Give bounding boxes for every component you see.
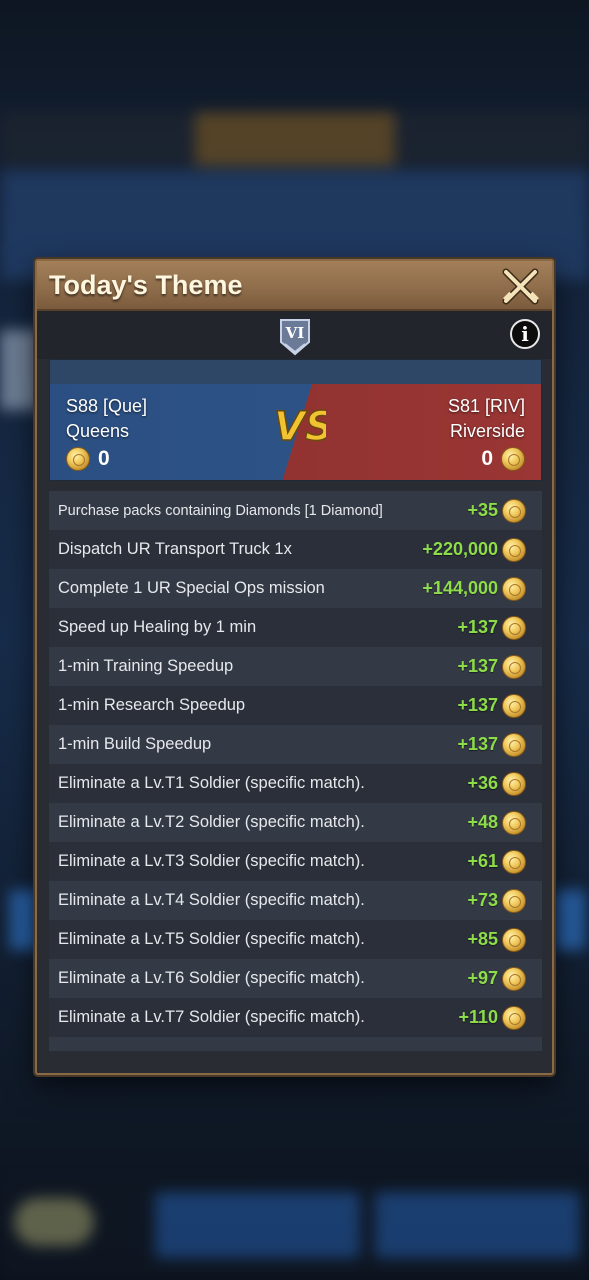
bg-bottom-button-1 bbox=[155, 1192, 360, 1258]
task-row: Eliminate a Lv.T1 Soldier (specific matc… bbox=[49, 764, 542, 803]
task-label: Eliminate a Lv.T7 Soldier (specific matc… bbox=[58, 1008, 365, 1026]
modal-header: Today's Theme bbox=[37, 261, 552, 311]
task-points: +137 bbox=[457, 734, 498, 754]
task-points: +144,000 bbox=[422, 578, 498, 598]
crossed-swords-close-icon bbox=[502, 268, 539, 305]
coin-icon bbox=[502, 927, 526, 952]
team-right-score: 0 bbox=[481, 446, 525, 472]
bg-tab-2 bbox=[195, 112, 395, 166]
modal-title: Today's Theme bbox=[49, 270, 243, 300]
coin-icon bbox=[502, 810, 526, 835]
info-icon[interactable]: i bbox=[510, 319, 540, 349]
todays-theme-modal: Today's Theme VI i S88 [Que] Queens 0 S8… bbox=[35, 259, 554, 1075]
coin-icon bbox=[501, 447, 525, 471]
coin-icon bbox=[502, 576, 526, 601]
task-label: Eliminate a Lv.T5 Soldier (specific matc… bbox=[58, 930, 365, 948]
task-label: Eliminate a Lv.T6 Soldier (specific matc… bbox=[58, 969, 365, 987]
coin-icon bbox=[502, 966, 526, 991]
rank-shield-icon: VI bbox=[280, 319, 310, 356]
coin-icon bbox=[502, 888, 526, 913]
coin-icon bbox=[502, 615, 526, 640]
task-label: 1-min Training Speedup bbox=[58, 657, 234, 675]
coin-icon bbox=[502, 654, 526, 679]
team-left-name: Queens bbox=[66, 421, 130, 441]
task-list[interactable]: Purchase packs containing Diamonds [1 Di… bbox=[49, 491, 542, 1059]
bg-side-block bbox=[0, 330, 40, 410]
task-points: +61 bbox=[467, 851, 498, 871]
task-row: 1-min Training Speedup +137 bbox=[49, 647, 542, 686]
task-points: +36 bbox=[467, 773, 498, 793]
coin-icon bbox=[502, 1005, 526, 1030]
coin-icon bbox=[502, 849, 526, 874]
bg-bottom-button-2 bbox=[375, 1192, 580, 1258]
coin-icon bbox=[502, 732, 526, 757]
rank-badge: VI bbox=[279, 318, 311, 356]
bg-button-right bbox=[555, 890, 585, 950]
task-label: Eliminate a Lv.T2 Soldier (specific matc… bbox=[58, 813, 365, 831]
task-label: Purchase packs containing Diamonds [1 Di… bbox=[58, 502, 383, 519]
task-points: +137 bbox=[457, 695, 498, 715]
team-right: S81 [RIV] Riverside bbox=[448, 394, 525, 444]
coin-icon bbox=[502, 693, 526, 718]
task-label: Eliminate a Lv.T4 Soldier (specific matc… bbox=[58, 891, 365, 909]
bg-tab-1 bbox=[30, 112, 170, 166]
team-left-score: 0 bbox=[66, 446, 110, 472]
task-label: Speed up Healing by 1 min bbox=[58, 618, 257, 636]
task-row: Eliminate a Lv.T3 Soldier (specific matc… bbox=[49, 842, 542, 881]
task-points: +35 bbox=[467, 500, 498, 520]
task-row: 1-min Build Speedup +137 bbox=[49, 725, 542, 764]
vs-logo: VS bbox=[272, 400, 334, 460]
close-button[interactable] bbox=[500, 265, 542, 307]
vs-letter-v: VS bbox=[274, 404, 326, 450]
team-right-server: S81 [RIV] bbox=[447, 396, 525, 416]
team-right-name: Riverside bbox=[449, 421, 525, 441]
bg-tab-bar bbox=[0, 112, 589, 166]
team-left-server: S88 [Que] bbox=[66, 396, 148, 416]
task-points: +110 bbox=[458, 1007, 498, 1027]
bg-pill bbox=[14, 1198, 94, 1246]
team-left: S88 [Que] Queens bbox=[66, 394, 147, 444]
bg-screen-title bbox=[12, 72, 352, 112]
task-label: 1-min Build Speedup bbox=[58, 735, 212, 753]
task-row: 1-min Research Speedup +137 bbox=[49, 686, 542, 725]
task-points: +220,000 bbox=[422, 539, 498, 559]
versus-panel: S88 [Que] Queens 0 S81 [RIV] Riverside 0… bbox=[49, 359, 542, 481]
task-row: Speed up Healing by 1 min +137 bbox=[49, 608, 542, 647]
rank-label: VI bbox=[285, 324, 305, 342]
task-points: +85 bbox=[467, 929, 498, 949]
task-label: Eliminate a Lv.T1 Soldier (specific matc… bbox=[58, 774, 365, 792]
task-row: Eliminate a Lv.T6 Soldier (specific matc… bbox=[49, 959, 542, 998]
task-points: +48 bbox=[467, 812, 498, 832]
task-label: 1-min Research Speedup bbox=[58, 696, 246, 714]
task-label: Eliminate a Lv.T3 Soldier (specific matc… bbox=[58, 852, 365, 870]
versus-panel-top bbox=[50, 360, 541, 384]
task-row: Eliminate a Lv.T4 Soldier (specific matc… bbox=[49, 881, 542, 920]
task-points: +97 bbox=[467, 968, 498, 988]
task-label: Dispatch UR Transport Truck 1x bbox=[58, 540, 292, 558]
team-right-score-value: 0 bbox=[481, 447, 493, 470]
task-row: Dispatch UR Transport Truck 1x +220,000 bbox=[49, 530, 542, 569]
coin-icon bbox=[66, 447, 90, 471]
task-points: +137 bbox=[457, 656, 498, 676]
task-points: +73 bbox=[467, 890, 498, 910]
coin-icon bbox=[502, 537, 526, 562]
task-points: +137 bbox=[457, 617, 498, 637]
task-row: Complete 1 UR Special Ops mission +144,00… bbox=[49, 569, 542, 608]
task-row: Purchase packs containing Diamonds [1 Di… bbox=[49, 491, 542, 530]
task-row-partial bbox=[49, 1037, 542, 1051]
rank-strip: VI i bbox=[37, 311, 552, 359]
team-left-score-value: 0 bbox=[98, 447, 110, 470]
coin-icon bbox=[502, 498, 526, 523]
task-row: Eliminate a Lv.T5 Soldier (specific matc… bbox=[49, 920, 542, 959]
task-label: Complete 1 UR Special Ops mission bbox=[58, 579, 325, 597]
task-row: Eliminate a Lv.T7 Soldier (specific matc… bbox=[49, 998, 542, 1037]
task-row: Eliminate a Lv.T2 Soldier (specific matc… bbox=[49, 803, 542, 842]
coin-icon bbox=[502, 771, 526, 796]
bg-tab-3 bbox=[440, 112, 550, 166]
